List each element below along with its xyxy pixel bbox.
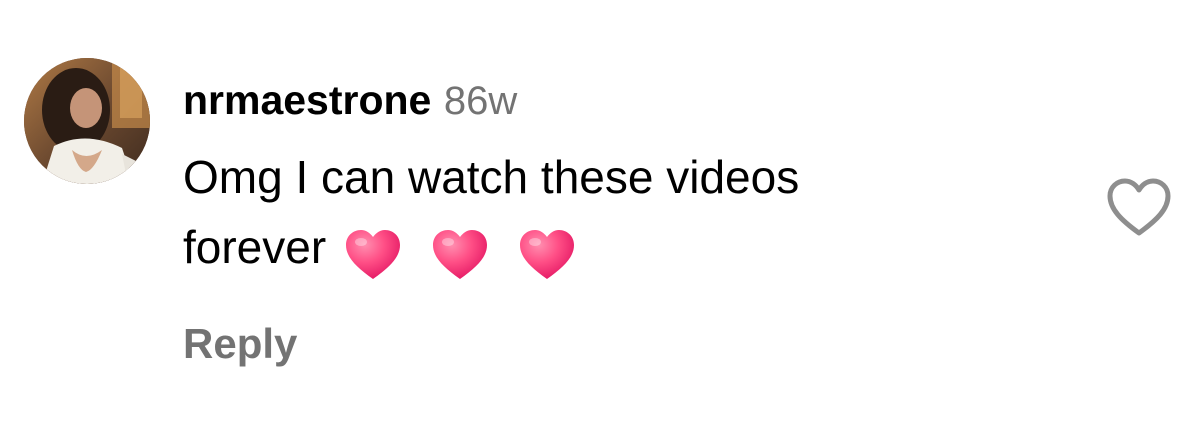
reply-button[interactable]: Reply [183,318,297,370]
comment-item: nrmaestrone 86w Omg I can watch these vi… [0,0,1200,428]
heart-outline-icon [1107,178,1171,236]
avatar[interactable] [24,58,150,184]
heart-emoji-icon [519,229,574,279]
comment-timestamp[interactable]: 86w [444,79,517,123]
comment-body: Omg I can watch these videos forever [183,142,983,286]
comment-text-line: Omg I can watch these videos [183,151,800,203]
emoji-group [344,216,592,286]
avatar-image [24,58,150,184]
heart-emoji-icon [432,229,487,279]
username-link[interactable]: nrmaestrone [183,77,431,123]
comment-text-word: forever [183,221,327,273]
heart-emoji-icon [346,229,401,279]
comment-header: nrmaestrone 86w [183,72,517,138]
like-button[interactable] [1106,178,1172,238]
comment-text-line-2: forever [183,212,983,286]
